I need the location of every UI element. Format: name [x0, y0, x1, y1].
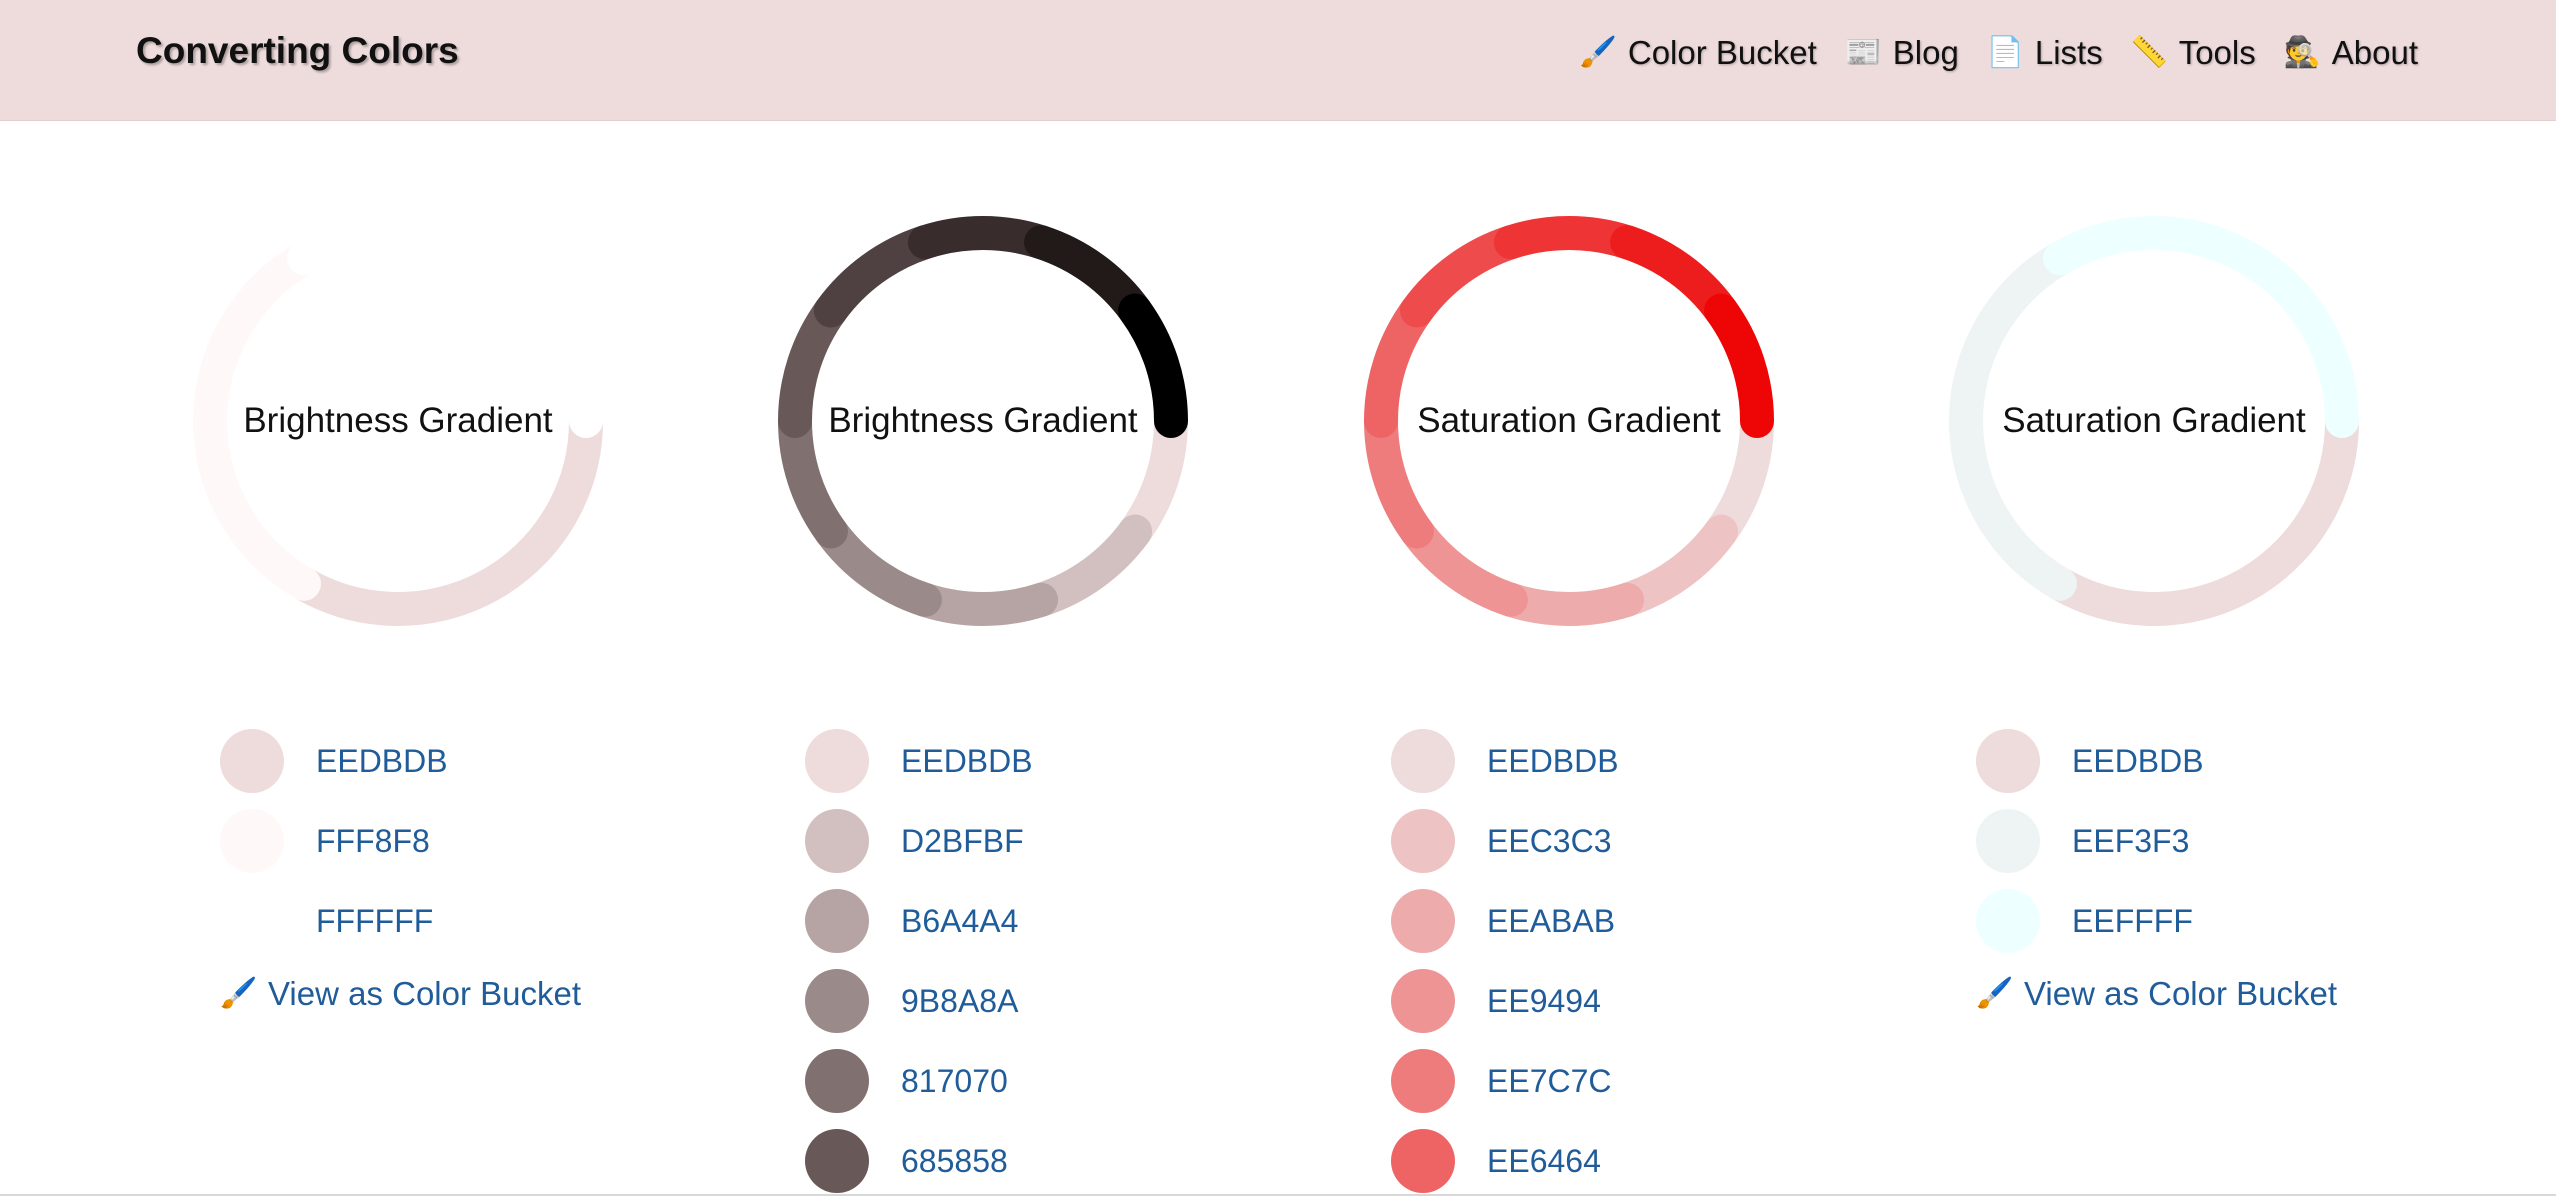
list-item: EE7C7C — [1391, 1041, 1619, 1121]
color-hex-link[interactable]: EEABAB — [1487, 903, 1615, 940]
color-hex-link[interactable]: 9B8A8A — [901, 983, 1018, 1020]
color-hex-link[interactable]: EEDBDB — [316, 743, 448, 780]
swatch-list: EEDBDB EEF3F3 EEFFFF 🖌️ View as Color Bucket — [1976, 721, 2337, 1013]
color-hex-link[interactable]: EE7C7C — [1487, 1063, 1612, 1100]
nav-tools[interactable]: 📏 Tools — [2131, 34, 2256, 72]
nav-blog[interactable]: 📰 Blog — [1845, 34, 1959, 72]
list-item: EEDBDB — [1391, 721, 1619, 801]
color-swatch[interactable] — [805, 889, 869, 953]
gradient-ring: Brightness Gradient — [188, 211, 608, 631]
detective-icon: 🕵️ — [2284, 36, 2318, 70]
color-hex-link[interactable]: EEDBDB — [2072, 743, 2204, 780]
color-swatch[interactable] — [1976, 889, 2040, 953]
color-swatch[interactable] — [1391, 969, 1455, 1033]
swatch-list: EEDBDB EEC3C3 EEABAB EE9494 EE7C7C EE6464 — [1391, 721, 1619, 1201]
view-as-color-bucket-link[interactable]: 🖌️ View as Color Bucket — [1976, 975, 2337, 1013]
nav-lists[interactable]: 📄 Lists — [1987, 34, 2103, 72]
list-item: EEF3F3 — [1976, 801, 2337, 881]
color-hex-link[interactable]: 685858 — [901, 1143, 1008, 1180]
color-swatch[interactable] — [220, 889, 284, 953]
newspaper-icon: 📰 — [1845, 36, 1879, 70]
list-item: EE9494 — [1391, 961, 1619, 1041]
color-swatch[interactable] — [805, 969, 869, 1033]
color-hex-link[interactable]: B6A4A4 — [901, 903, 1018, 940]
color-swatch[interactable] — [1391, 729, 1455, 793]
color-hex-link[interactable]: EE6464 — [1487, 1143, 1601, 1180]
gradient-columns: Brightness Gradient EEDBDB FFF8F8 FFFFFF 🖌️ V… — [0, 121, 2556, 1196]
color-swatch[interactable] — [220, 809, 284, 873]
nav-label: About — [2332, 34, 2418, 72]
color-swatch[interactable] — [1391, 1049, 1455, 1113]
list-item: EEABAB — [1391, 881, 1619, 961]
gradient-ring: Brightness Gradient — [773, 211, 1193, 631]
list-item: 🖌️ View as Color Bucket — [1976, 975, 2337, 1013]
gradient-title: Saturation Gradient — [1944, 211, 2364, 631]
color-swatch[interactable] — [1976, 809, 2040, 873]
color-hex-link[interactable]: EEF3F3 — [2072, 823, 2189, 860]
list-item: EEDBDB — [1976, 721, 2337, 801]
list-item: EEFFFF — [1976, 881, 2337, 961]
paintbrush-icon: 🖌️ — [220, 977, 254, 1011]
color-hex-link[interactable]: FFF8F8 — [316, 823, 430, 860]
paintbrush-icon: 🖌️ — [1580, 36, 1614, 70]
nav-label: Lists — [2035, 34, 2103, 72]
gradient-title: Brightness Gradient — [773, 211, 1193, 631]
list-item: 🖌️ View as Color Bucket — [220, 975, 581, 1013]
nav-label: Color Bucket — [1628, 34, 1817, 72]
gradient-ring: Saturation Gradient — [1944, 211, 2364, 631]
site-header: Converting Colors 🖌️ Color Bucket 📰 Blog… — [0, 0, 2556, 121]
color-hex-link[interactable]: EEC3C3 — [1487, 823, 1612, 860]
list-item: FFF8F8 — [220, 801, 581, 881]
swatch-list: EEDBDB D2BFBF B6A4A4 9B8A8A 817070 685858 — [805, 721, 1033, 1201]
list-item: B6A4A4 — [805, 881, 1033, 961]
gradient-ring: Saturation Gradient — [1359, 211, 1779, 631]
paintbrush-icon: 🖌️ — [1976, 977, 2010, 1011]
swatch-list: EEDBDB FFF8F8 FFFFFF 🖌️ View as Color Bucket — [220, 721, 581, 1013]
color-hex-link[interactable]: EEDBDB — [1487, 743, 1619, 780]
list-item: FFFFFF — [220, 881, 581, 961]
list-item: 9B8A8A — [805, 961, 1033, 1041]
main-nav: 🖌️ Color Bucket 📰 Blog 📄 Lists 📏 Tools 🕵… — [1580, 34, 2418, 72]
list-item: EE6464 — [1391, 1121, 1619, 1201]
color-swatch[interactable] — [805, 809, 869, 873]
color-hex-link[interactable]: D2BFBF — [901, 823, 1024, 860]
link-label: View as Color Bucket — [268, 975, 581, 1013]
list-item: 685858 — [805, 1121, 1033, 1201]
color-swatch[interactable] — [1391, 1129, 1455, 1193]
color-swatch[interactable] — [805, 1129, 869, 1193]
link-label: View as Color Bucket — [2024, 975, 2337, 1013]
color-hex-link[interactable]: 817070 — [901, 1063, 1008, 1100]
gradient-title: Brightness Gradient — [188, 211, 608, 631]
nav-about[interactable]: 🕵️ About — [2284, 34, 2418, 72]
color-swatch[interactable] — [1976, 729, 2040, 793]
color-hex-link[interactable]: FFFFFF — [316, 903, 433, 940]
list-item: EEC3C3 — [1391, 801, 1619, 881]
list-item: D2BFBF — [805, 801, 1033, 881]
color-swatch[interactable] — [1391, 809, 1455, 873]
color-swatch[interactable] — [805, 1049, 869, 1113]
color-hex-link[interactable]: EE9494 — [1487, 983, 1601, 1020]
color-hex-link[interactable]: EEDBDB — [901, 743, 1033, 780]
list-item: 817070 — [805, 1041, 1033, 1121]
color-swatch[interactable] — [220, 729, 284, 793]
nav-color-bucket[interactable]: 🖌️ Color Bucket — [1580, 34, 1817, 72]
color-hex-link[interactable]: EEFFFF — [2072, 903, 2193, 940]
list-item: EEDBDB — [220, 721, 581, 801]
gradient-title: Saturation Gradient — [1359, 211, 1779, 631]
list-item: EEDBDB — [805, 721, 1033, 801]
color-swatch[interactable] — [1391, 889, 1455, 953]
site-title[interactable]: Converting Colors — [136, 30, 459, 72]
color-swatch[interactable] — [805, 729, 869, 793]
nav-label: Tools — [2179, 34, 2256, 72]
ruler-icon: 📏 — [2131, 36, 2165, 70]
nav-label: Blog — [1893, 34, 1959, 72]
page-icon: 📄 — [1987, 36, 2021, 70]
view-as-color-bucket-link[interactable]: 🖌️ View as Color Bucket — [220, 975, 581, 1013]
